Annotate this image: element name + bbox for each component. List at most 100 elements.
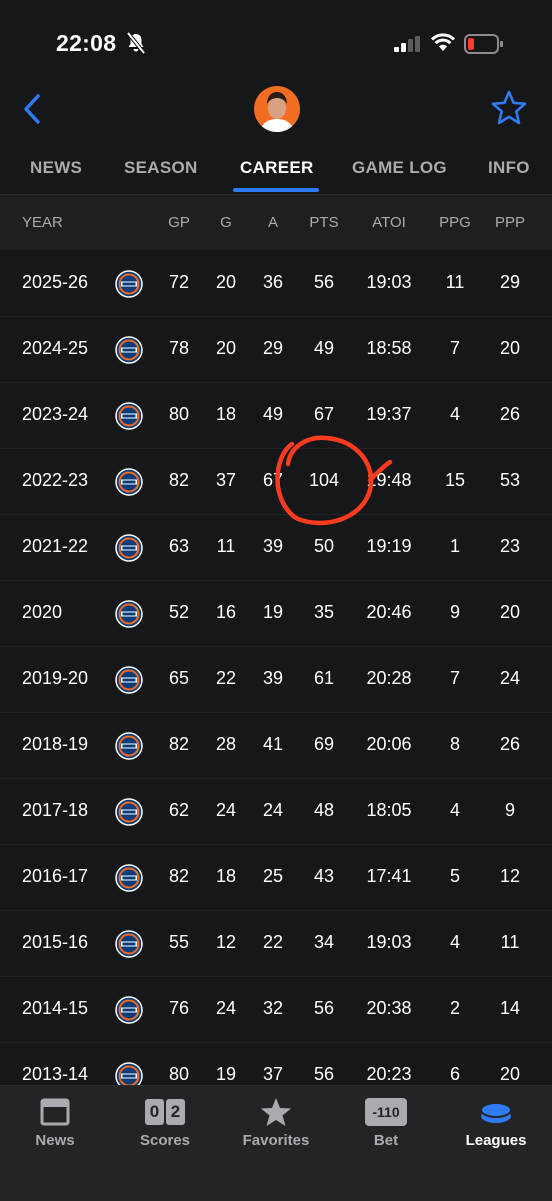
- cell-pts: 50: [313, 536, 335, 556]
- tab-game-log[interactable]: GAME LOG: [352, 158, 447, 178]
- cell-pts: 49: [313, 338, 335, 358]
- nav-scores[interactable]: 0 2 Scores: [110, 1086, 220, 1166]
- tab-info[interactable]: INFO: [488, 158, 530, 178]
- cell-ppp: 29: [499, 272, 521, 292]
- cell-ppp: 12: [499, 866, 521, 886]
- cell-ppg: 8: [449, 734, 460, 754]
- cellular-signal-icon: [394, 36, 420, 52]
- cell-atoi: 17:41: [366, 866, 412, 886]
- cell-atoi: 19:37: [366, 404, 412, 424]
- team-logo-icon: [115, 468, 143, 496]
- red-circle-annotation: [275, 435, 393, 526]
- cell-ppg: 6: [449, 1064, 460, 1084]
- tab-news[interactable]: NEWS: [30, 158, 82, 178]
- cell-year: 2023-24: [22, 404, 89, 424]
- cell-pts: 56: [313, 998, 335, 1018]
- cell-atoi: 19:03: [366, 272, 412, 292]
- cell-ppg: 2: [449, 998, 460, 1018]
- bet-icon: -110: [365, 1098, 407, 1126]
- cell-ppg: 11: [445, 272, 465, 292]
- cell-ppp: 53: [499, 470, 521, 490]
- nav-bet[interactable]: -110 Bet: [331, 1086, 441, 1166]
- cell-atoi: 19:19: [366, 536, 412, 556]
- cell-ppg: 7: [449, 338, 460, 358]
- nav-bet-label: Bet: [373, 1132, 399, 1149]
- profile-tabs: NEWS SEASON CAREER GAME LOG INFO: [0, 150, 552, 195]
- player-avatar: [254, 86, 300, 132]
- table-row[interactable]: 2017-18 62 24 24 48 18:05 4 9: [0, 778, 552, 845]
- cell-atoi: 20:06: [366, 734, 412, 754]
- scores-icon: 0 2: [110, 1096, 220, 1128]
- cell-ppp: 20: [499, 602, 521, 622]
- nav-leagues-label: Leagues: [465, 1132, 527, 1149]
- cell-ppp: 20: [499, 1064, 521, 1084]
- cell-ppg: 4: [449, 404, 460, 424]
- team-logo-icon: [115, 534, 143, 562]
- team-logo-icon: [115, 336, 143, 364]
- nav-news-label: News: [35, 1132, 75, 1149]
- cell-ppg: 4: [449, 800, 460, 820]
- team-logo-icon: [115, 798, 143, 826]
- favorite-star-icon[interactable]: [490, 90, 528, 126]
- active-tab-indicator: [233, 188, 319, 192]
- cell-ppp: 20: [499, 338, 521, 358]
- team-logo-icon: [115, 996, 143, 1024]
- cell-ppp: 26: [499, 404, 521, 424]
- header-pts[interactable]: PTS: [294, 214, 354, 231]
- cell-ppg: 4: [449, 932, 460, 952]
- cell-year: 2016-17: [22, 866, 89, 886]
- cell-year: 2015-16: [22, 932, 89, 952]
- cell-atoi: 18:05: [366, 800, 412, 820]
- cell-year: 2021-22: [22, 536, 89, 556]
- nav-news[interactable]: News: [0, 1086, 110, 1166]
- cell-ppg: 9: [449, 602, 460, 622]
- header-year[interactable]: YEAR: [22, 214, 63, 231]
- tab-career[interactable]: CAREER: [240, 158, 314, 178]
- wifi-icon: [430, 33, 456, 51]
- team-logo-icon: [115, 666, 143, 694]
- table-row[interactable]: 2019-20 65 22 39 61 20:28 7 24: [0, 646, 552, 713]
- back-chevron-icon[interactable]: [18, 92, 48, 126]
- team-logo-icon: [115, 270, 143, 298]
- cell-ppp: 9: [504, 800, 515, 820]
- cell-ppg: 5: [449, 866, 460, 886]
- table-row[interactable]: 2014-15 76 24 32 56 20:38 2 14: [0, 976, 552, 1043]
- status-time: 22:08: [56, 30, 117, 56]
- muted-bell-icon: [126, 32, 146, 54]
- header-ppg[interactable]: PPG: [425, 214, 485, 231]
- table-row[interactable]: 2018-19 82 28 41 69 20:06 8 26: [0, 712, 552, 779]
- header-ppp[interactable]: PPP: [480, 214, 540, 231]
- team-logo-icon: [115, 732, 143, 760]
- cell-ppp: 11: [500, 932, 520, 952]
- team-logo-icon: [115, 600, 143, 628]
- cell-year: 2017-18: [22, 800, 89, 820]
- team-logo-icon: [115, 864, 143, 892]
- cell-pts: 35: [313, 602, 335, 622]
- leagues-icon: [480, 1102, 512, 1123]
- bottom-tab-bar: News 0 2 Scores Favorites -110 Bet Leagu…: [0, 1085, 552, 1201]
- cell-ppp: 26: [499, 734, 521, 754]
- cell-year: 2022-23: [22, 470, 89, 490]
- nav-favorites[interactable]: Favorites: [221, 1086, 331, 1166]
- tab-season[interactable]: SEASON: [124, 158, 198, 178]
- news-icon: [40, 1098, 70, 1126]
- table-row[interactable]: 2016-17 82 18 25 43 17:41 5 12: [0, 844, 552, 911]
- header-atoi[interactable]: ATOI: [359, 214, 419, 231]
- cell-pts: 48: [313, 800, 335, 820]
- cell-year: 2019-20: [22, 668, 89, 688]
- nav-leagues[interactable]: Leagues: [441, 1086, 551, 1166]
- cell-year: 2024-25: [22, 338, 89, 358]
- cell-pts: 56: [313, 1064, 335, 1084]
- battery-low-icon: [464, 34, 503, 54]
- table-row[interactable]: 2025-26 72 20 36 56 19:03 11 29: [0, 250, 552, 317]
- cell-atoi: 19:03: [366, 932, 412, 952]
- table-row[interactable]: 2015-16 55 12 22 34 19:03 4 11: [0, 910, 552, 977]
- cell-atoi: 18:58: [366, 338, 412, 358]
- cell-atoi: 20:46: [366, 602, 412, 622]
- table-row[interactable]: 2020 52 16 19 35 20:46 9 20: [0, 580, 552, 647]
- cell-ppg: 15: [444, 470, 466, 490]
- cell-pts: 69: [313, 734, 335, 754]
- nav-scores-label: Scores: [139, 1132, 191, 1149]
- table-row[interactable]: 2024-25 78 20 29 49 18:58 7 20: [0, 316, 552, 383]
- cell-ppg: 1: [449, 536, 460, 556]
